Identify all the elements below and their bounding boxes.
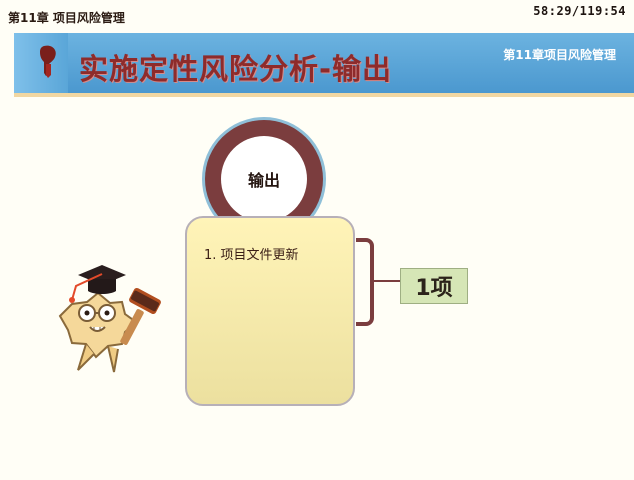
chapter-title: 第11章 项目风险管理 — [8, 11, 125, 25]
card-item: 1. 项目文件更新 — [204, 248, 299, 263]
item-count-box: 1项 — [400, 268, 468, 304]
output-card: 1. 项目文件更新 — [185, 216, 355, 406]
title-banner: 实施定性风险分析-输出 第11章项目风险管理 — [14, 33, 634, 97]
right-bracket — [356, 238, 374, 326]
output-circle-inner: 输出 — [221, 136, 307, 222]
mascot-icon — [58, 265, 161, 373]
timer: 58:29/119:54 — [533, 4, 626, 18]
banner-subtitle: 第11章项目风险管理 — [503, 48, 616, 62]
top-bar: 第11章 项目风险管理 58:29/119:54 — [0, 0, 634, 30]
output-label: 输出 — [247, 171, 280, 190]
slide-content: 输出 1. 项目文件更新 1项 — [0, 95, 634, 480]
tassel-icon — [40, 45, 56, 78]
page-title: 实施定性风险分析-输出 — [79, 52, 393, 86]
bracket-connector — [374, 280, 400, 282]
